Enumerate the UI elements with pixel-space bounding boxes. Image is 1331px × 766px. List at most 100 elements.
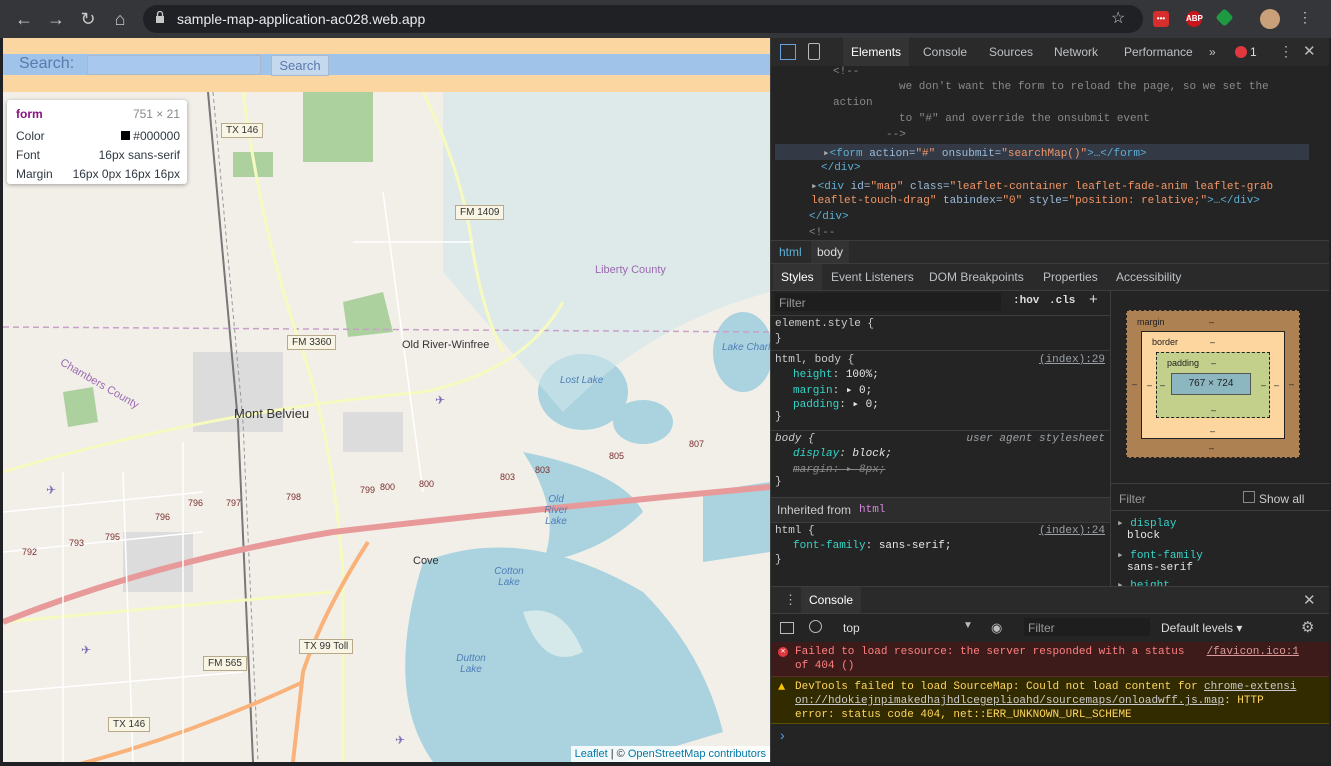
- tooltip-size: 751 × 21: [132, 107, 180, 121]
- add-rule-icon[interactable]: +: [1089, 291, 1098, 308]
- error-count[interactable]: 1: [1250, 45, 1257, 59]
- forward-icon[interactable]: →: [45, 8, 67, 30]
- breadcrumb-html[interactable]: html: [779, 245, 802, 259]
- close-div: </div>: [821, 162, 861, 174]
- extension-dots-icon[interactable]: •••: [1153, 11, 1169, 27]
- computed-filter-input[interactable]: Filter: [1119, 492, 1146, 506]
- exit-label: 803: [500, 472, 516, 482]
- osm-link[interactable]: OpenStreetMap contributors: [628, 748, 766, 760]
- console-filter-input[interactable]: Filter: [1024, 618, 1150, 636]
- console-prompt[interactable]: ›: [780, 727, 785, 743]
- tab-elements[interactable]: Elements: [843, 38, 910, 66]
- address-bar[interactable]: sample-map-application-ac028.web.app ☆: [143, 5, 1143, 33]
- tab-dom-breakpoints[interactable]: DOM Breakpoints: [921, 264, 1032, 290]
- breadcrumb-body[interactable]: body: [811, 241, 850, 263]
- close-drawer-icon[interactable]: ✕: [1303, 591, 1316, 609]
- tab-accessibility[interactable]: Accessibility: [1108, 264, 1189, 290]
- exit-label: 797: [226, 498, 242, 508]
- log-levels-select[interactable]: Default levels ▾: [1161, 621, 1242, 635]
- tab-properties[interactable]: Properties: [1035, 264, 1106, 290]
- comment-line: -->: [886, 129, 906, 141]
- profile-avatar[interactable]: [1260, 9, 1280, 29]
- styles-pane: Filter :hov .cls + element.style { } htm…: [771, 290, 1110, 586]
- box-model-content: 767 × 724: [1171, 373, 1251, 395]
- comment-line: <!--: [833, 66, 860, 78]
- rule-source-link[interactable]: (index):29: [1039, 354, 1105, 366]
- clear-console-icon[interactable]: [809, 620, 822, 633]
- eye-icon[interactable]: ◉: [991, 620, 1002, 636]
- tab-sources[interactable]: Sources: [981, 38, 1041, 66]
- tooltip-margin-label: Margin: [16, 167, 53, 181]
- exit-label: 793: [69, 538, 85, 548]
- tab-performance[interactable]: Performance: [1116, 38, 1201, 66]
- tab-network[interactable]: Network: [1046, 38, 1106, 66]
- expand-triangle-icon[interactable]: ▸: [823, 148, 830, 160]
- map-div-node[interactable]: ▸<div id="map" class="leaflet-container …: [811, 179, 1273, 193]
- search-input[interactable]: [87, 55, 261, 75]
- close-icon[interactable]: ✕: [1303, 42, 1316, 60]
- tab-console[interactable]: Console: [915, 38, 975, 66]
- place-label-old-river: Old River-Winfree: [402, 339, 490, 351]
- form-node[interactable]: ▸<form action="#" onsubmit="searchMap()"…: [823, 146, 1147, 160]
- back-icon[interactable]: ←: [13, 8, 35, 30]
- county-label-liberty: Liberty County: [595, 264, 666, 276]
- tab-styles[interactable]: Styles: [773, 264, 822, 290]
- console-error-row: ✕ Failed to load resource: the server re…: [771, 642, 1329, 677]
- cls-toggle[interactable]: .cls: [1049, 295, 1075, 307]
- console-drawer-header: ⋮ Console ✕: [771, 587, 1329, 613]
- expand-triangle-icon[interactable]: ▸: [811, 181, 818, 193]
- computed-value: sans-serif: [1127, 562, 1194, 574]
- elements-tree: <!-- we don't want the form to reload th…: [771, 66, 1329, 240]
- box-model-margin: margin – – – – border – – – – padding – …: [1126, 310, 1300, 458]
- drawer-menu-icon[interactable]: ⋮: [784, 592, 797, 608]
- box-model-border: border – – – – padding – – – – 767 × 724: [1141, 331, 1285, 439]
- tab-event-listeners[interactable]: Event Listeners: [823, 264, 922, 290]
- sourcemap-link-cont[interactable]: on://hdokiejnpimakedhajhdlcegeplioahd/so…: [795, 695, 1224, 707]
- sourcemap-link[interactable]: chrome-extensi: [1204, 681, 1296, 693]
- adblock-icon[interactable]: ABP: [1186, 11, 1203, 27]
- sidebar-toggle-icon[interactable]: [780, 622, 794, 634]
- device-toolbar-icon[interactable]: [808, 43, 820, 60]
- bookmark-star-icon[interactable]: ☆: [1111, 8, 1125, 28]
- kebab-menu-icon[interactable]: ⋮: [1298, 9, 1312, 26]
- comment-line: action: [833, 97, 873, 109]
- comment-line: <!--: [809, 227, 836, 239]
- road-label-fm3360: FM 3360: [287, 335, 337, 350]
- form-container: Search: Search: [3, 38, 770, 92]
- console-drawer: ⋮ Console ✕ top ▼ ◉ Filter Default level…: [771, 586, 1329, 763]
- computed-value: block: [1127, 530, 1161, 542]
- styles-filter-input[interactable]: Filter: [775, 293, 1001, 311]
- show-all-label: Show all: [1259, 492, 1305, 506]
- show-all-checkbox[interactable]: [1243, 491, 1255, 503]
- svg-text:✈: ✈: [395, 733, 405, 747]
- favicon-source-link[interactable]: /favicon.ico:1: [1207, 646, 1299, 658]
- home-icon[interactable]: ⌂: [109, 8, 131, 30]
- box-model-padding: padding – – – – 767 × 724: [1156, 352, 1270, 418]
- search-label: Search:: [19, 55, 75, 72]
- extension-green-icon[interactable]: [1215, 8, 1234, 27]
- devtools-menu-icon[interactable]: ⋮: [1279, 43, 1293, 60]
- leaflet-link[interactable]: Leaflet: [575, 748, 608, 760]
- road-label-fm565: FM 565: [203, 656, 247, 671]
- exit-label: 796: [188, 498, 204, 508]
- map-tiles[interactable]: ✈ ✈ ✈ ✈: [3, 92, 770, 762]
- search-button[interactable]: Search: [271, 55, 329, 76]
- inherited-header: Inherited from html: [771, 497, 1110, 523]
- inspect-element-icon[interactable]: [780, 44, 796, 60]
- error-icon: ✕: [778, 647, 788, 657]
- road-label-tx99: TX 99 Toll: [299, 639, 354, 654]
- exit-label: 800: [380, 482, 396, 492]
- computed-item[interactable]: ▸ font-family: [1117, 548, 1203, 562]
- drawer-tab-console[interactable]: Console: [801, 587, 862, 613]
- warning-message-cont: error: status code 404, net::ERR_UNKNOWN…: [795, 709, 1132, 721]
- console-toolbar: top ▼ ◉ Filter Default levels ▾ ⚙: [771, 613, 1329, 643]
- rule-source-link[interactable]: (index):24: [1039, 525, 1105, 537]
- inspect-tooltip: form 751 × 21 Color #000000 Font 16px sa…: [7, 100, 187, 184]
- more-tabs-icon[interactable]: »: [1201, 38, 1224, 66]
- computed-item[interactable]: ▸ display: [1117, 516, 1176, 530]
- console-settings-icon[interactable]: ⚙: [1301, 618, 1314, 636]
- reload-icon[interactable]: ↻: [77, 8, 99, 30]
- hov-toggle[interactable]: :hov: [1013, 295, 1039, 307]
- water-label-cotton-lake: Cotton Lake: [494, 566, 524, 588]
- context-select[interactable]: top ▼: [833, 617, 973, 637]
